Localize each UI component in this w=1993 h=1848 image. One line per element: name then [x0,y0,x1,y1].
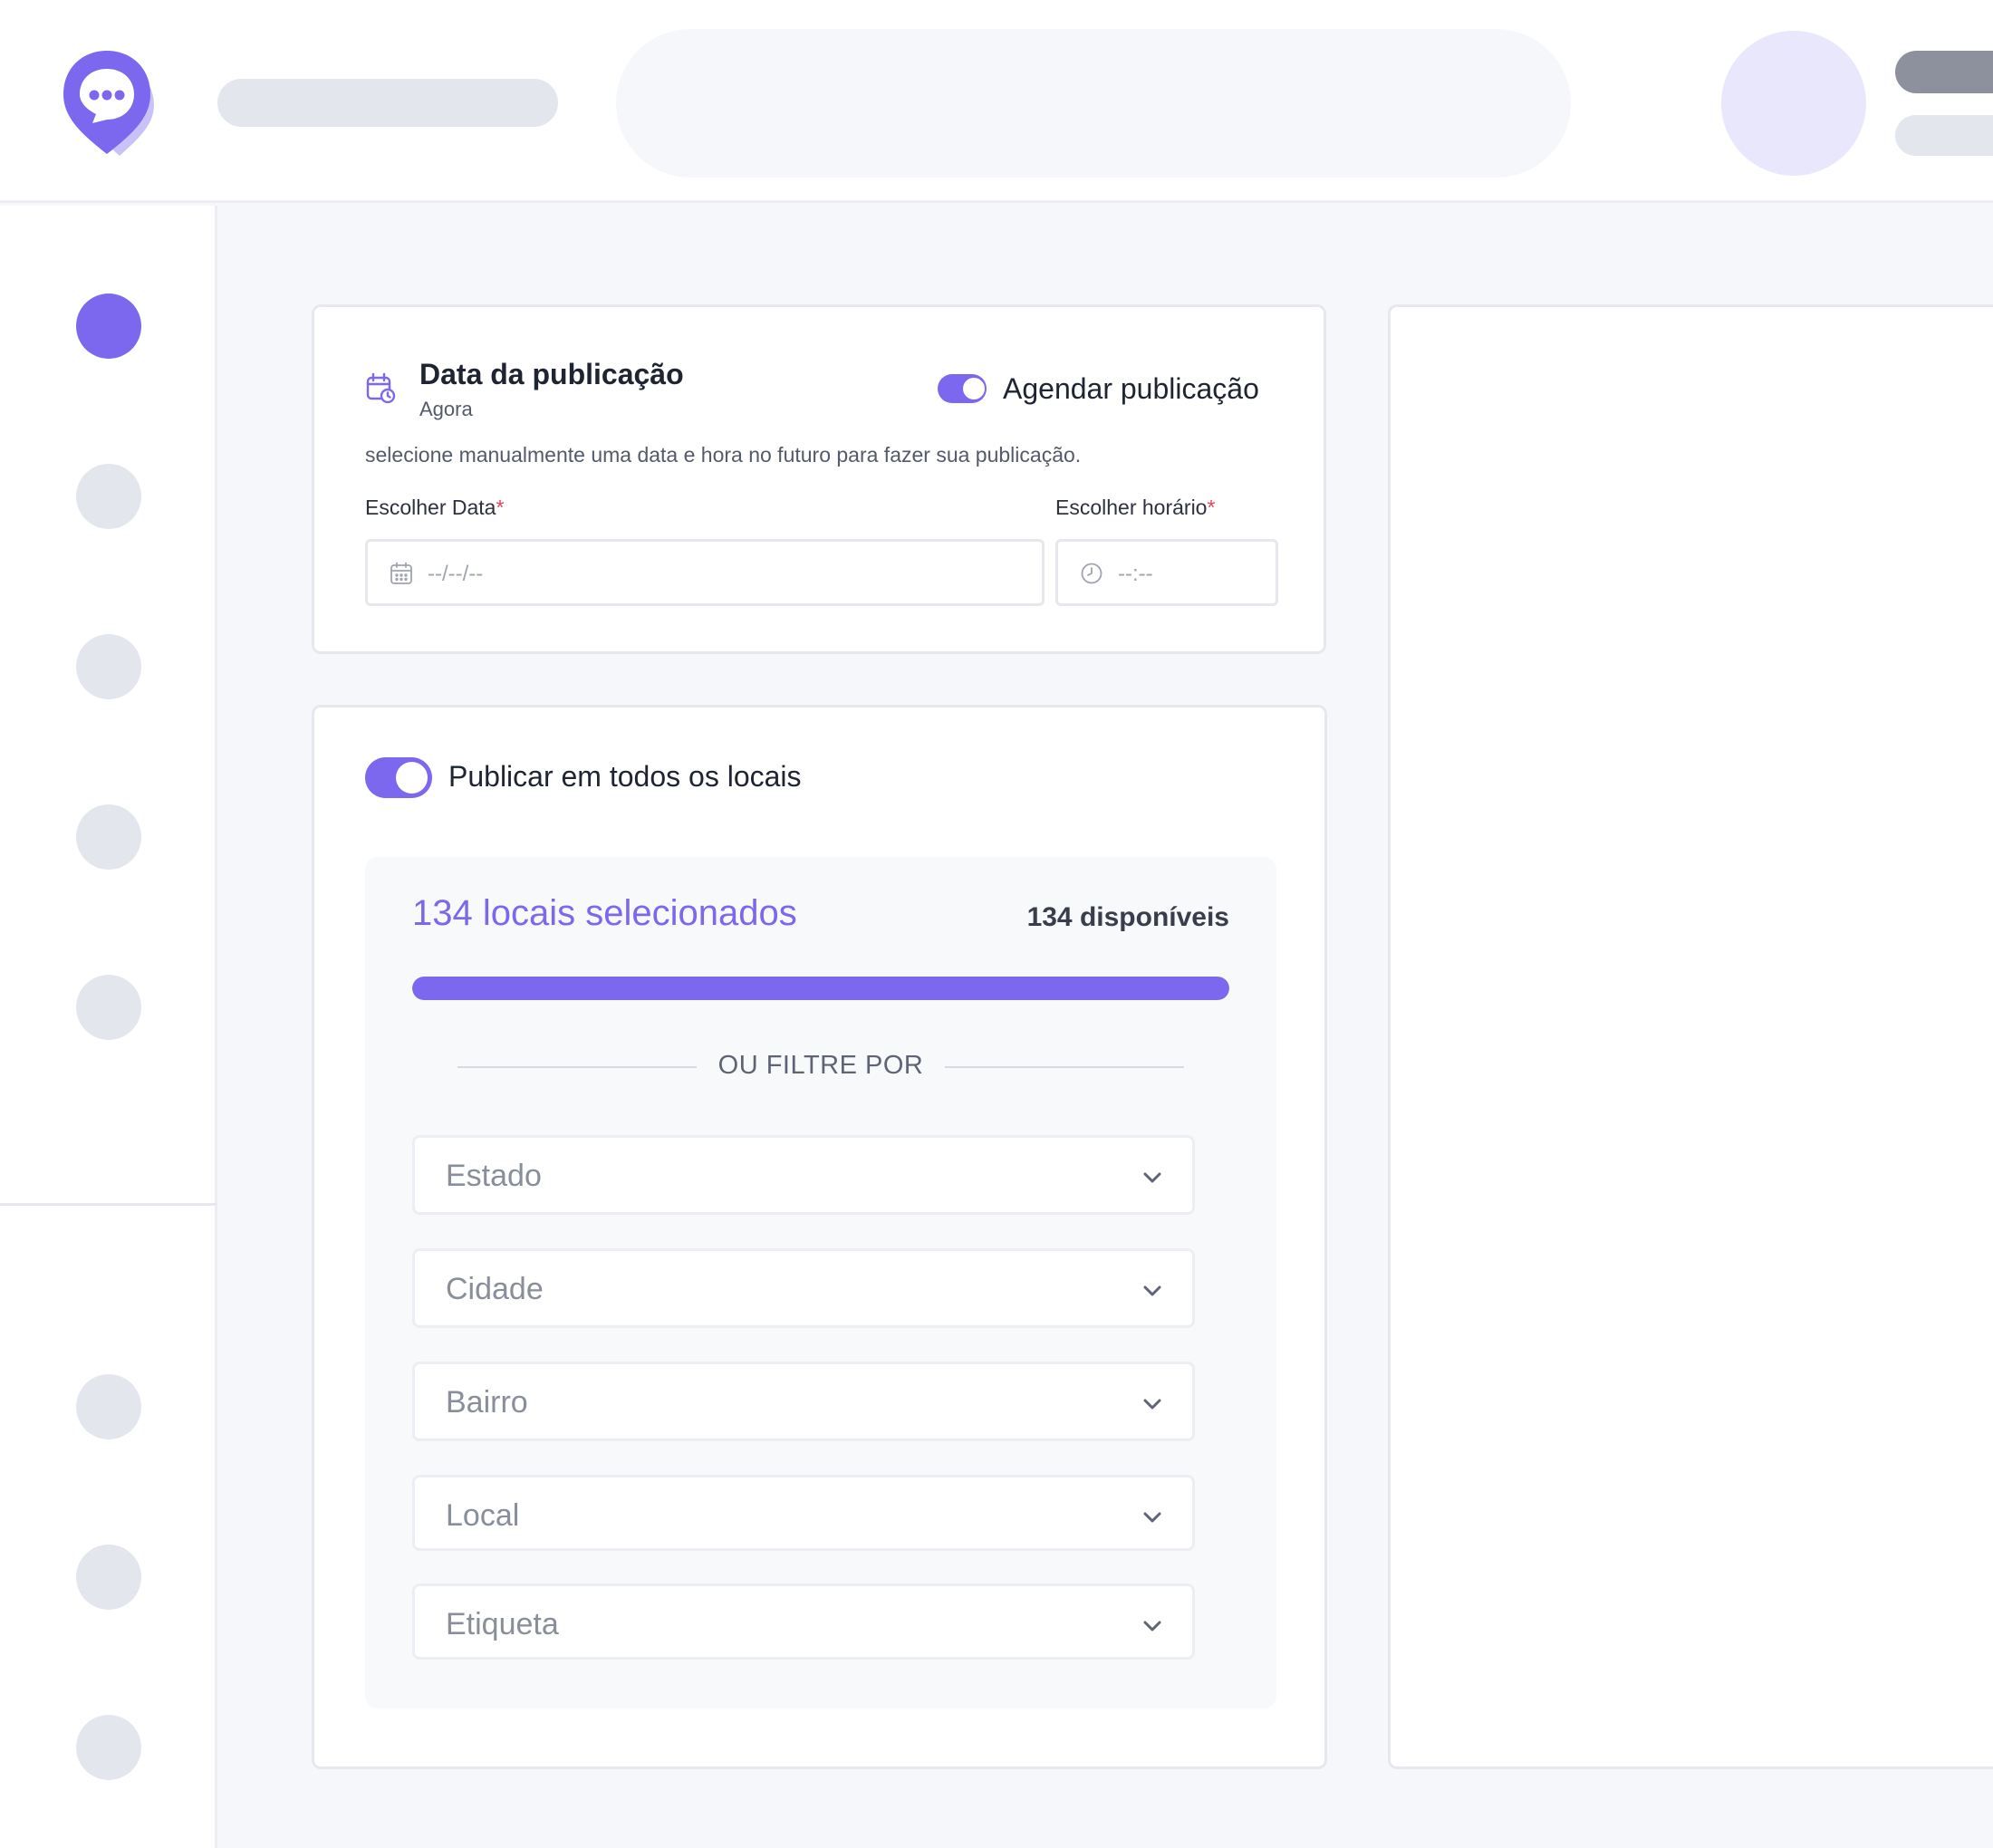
sidebar-item-8[interactable] [76,1715,141,1780]
sidebar-divider [0,1203,217,1206]
date-field-label: Escolher Data* [365,496,505,519]
selected-locations-count: 134 locais selecionados [412,893,797,933]
chat-pin-icon[interactable] [60,47,159,159]
publication-date-card: Data da publicação Agora Agendar publica… [312,304,1326,654]
avatar[interactable] [1721,31,1866,176]
sidebar-item-3[interactable] [76,634,141,699]
sidebar-item-5[interactable] [76,975,141,1040]
clock-icon [1081,563,1102,584]
date-placeholder: --/--/-- [428,562,484,586]
toggle-knob [963,378,985,399]
publication-date-title: Data da publicação [419,358,684,390]
filter-select-local[interactable]: Local [412,1475,1195,1551]
search-bar-placeholder[interactable] [616,29,1571,178]
sidebar [0,206,217,1848]
filter-select-cidade[interactable]: Cidade [412,1248,1195,1328]
time-placeholder: --:-- [1118,562,1153,586]
selection-progress-bar [412,977,1229,1000]
publication-date-value: Agora [419,398,473,420]
locations-panel: 134 locais selecionados 134 disponíveis … [365,857,1276,1708]
publish-all-label: Publicar em todos os locais [448,760,802,793]
preview-card [1388,304,1993,1769]
filter-select-etiqueta[interactable]: Etiqueta [412,1583,1195,1660]
calendar-clock-icon [366,372,396,403]
app-frame: Data da publicação Agora Agendar publica… [0,0,1993,1848]
chevron-down-icon [1143,1399,1161,1410]
top-header [0,0,1993,203]
filter-select-label: Local [446,1498,520,1533]
filter-select-bairro[interactable]: Bairro [412,1362,1195,1441]
schedule-help-text: selecione manualmente uma data e hora no… [365,443,1082,467]
filter-select-estado[interactable]: Estado [412,1135,1195,1215]
date-input[interactable]: --/--/-- [365,539,1045,606]
toggle-knob [396,762,428,794]
chevron-down-icon [1143,1512,1161,1523]
required-mark: * [496,496,505,519]
sidebar-item-6[interactable] [76,1374,141,1439]
schedule-toggle-label: Agendar publicação [1003,372,1259,405]
filter-select-label: Etiqueta [446,1607,559,1641]
sidebar-item-1[interactable] [76,294,141,359]
publish-all-toggle[interactable] [365,757,432,798]
calendar-icon [390,562,412,584]
time-input[interactable]: --:-- [1055,539,1278,606]
available-locations-count: 134 disponíveis [1026,902,1229,932]
chevron-down-icon [1143,1172,1161,1183]
chevron-down-icon [1143,1621,1161,1631]
user-role-placeholder [1895,115,1993,156]
sidebar-item-4[interactable] [76,804,141,870]
user-name-placeholder [1895,51,1993,93]
locations-card: Publicar em todos os locais 134 locais s… [312,705,1327,1769]
selection-progress-fill [412,977,1229,1000]
filter-select-label: Estado [446,1159,542,1193]
sidebar-item-2[interactable] [76,464,141,529]
chevron-down-icon [1143,1285,1161,1296]
filter-select-label: Cidade [446,1272,544,1306]
required-mark: * [1207,496,1216,519]
title-placeholder [217,79,558,127]
filter-select-label: Bairro [446,1385,528,1420]
time-field-label: Escolher horário* [1055,496,1216,519]
schedule-toggle[interactable] [938,374,987,403]
sidebar-item-7[interactable] [76,1545,141,1610]
or-filter-label: OU FILTRE POR [717,1051,924,1080]
